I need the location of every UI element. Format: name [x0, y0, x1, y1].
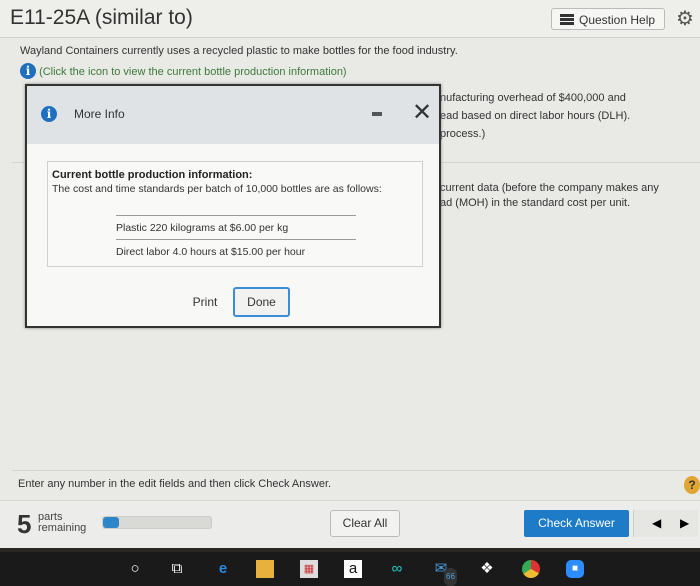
gear-icon[interactable]: ⚙ — [676, 6, 694, 31]
close-icon[interactable]: ✕ — [412, 98, 432, 127]
question-text-line: ad (MOH) in the standard cost per unit. — [440, 197, 631, 209]
edge-icon[interactable]: e — [214, 560, 232, 578]
question-text-line: nufacturing overhead of $400,000 and — [440, 92, 626, 104]
file-explorer-icon[interactable] — [256, 560, 274, 578]
search-icon[interactable]: ○ — [126, 560, 144, 578]
info-link[interactable]: (Click the icon to view the current bott… — [39, 66, 347, 78]
footer: 5 parts remaining Clear All Check Answer … — [0, 500, 700, 548]
infinity-icon[interactable]: ∞ — [388, 560, 406, 578]
taskbar: ○ ⧉ e ▦ a ∞ ✉ 66 ❖ ■ — [0, 552, 700, 586]
mail-icon[interactable]: ✉ 66 — [432, 560, 457, 586]
browser-page: E11-25A (similar to) Question Help ⚙ Way… — [0, 0, 700, 548]
header: E11-25A (similar to) Question Help ⚙ — [0, 0, 700, 38]
info-row: Direct labor 4.0 hours at $15.00 per hou… — [116, 239, 356, 261]
production-info-box: Current bottle production information: T… — [47, 161, 423, 267]
chrome-icon[interactable] — [522, 560, 540, 578]
zoom-icon[interactable]: ■ — [566, 560, 584, 578]
instruction-text: Enter any number in the edit fields and … — [18, 478, 332, 490]
question-nav: ◀ ▶ — [633, 510, 698, 537]
previous-icon[interactable]: ◀ — [652, 516, 661, 530]
parts-label-line: remaining — [38, 522, 87, 534]
info-icon: i — [41, 106, 57, 122]
dialog-header: i More Info ✕ — [27, 86, 439, 144]
amazon-icon[interactable]: a — [344, 560, 362, 578]
task-view-icon[interactable]: ⧉ — [168, 560, 186, 578]
info-text: The cost and time standards per batch of… — [52, 183, 382, 195]
next-icon[interactable]: ▶ — [680, 516, 689, 530]
info-heading: Current bottle production information: — [52, 169, 253, 181]
question-text-line: current data (before the company makes a… — [440, 182, 659, 194]
mail-badge: 66 — [444, 568, 457, 586]
dropbox-icon[interactable]: ❖ — [478, 560, 496, 578]
info-row: Plastic 220 kilograms at $6.00 per kg — [116, 215, 356, 237]
question-text-line: process.) — [440, 128, 486, 140]
question-intro: Wayland Containers currently uses a recy… — [20, 45, 458, 57]
divider — [12, 470, 700, 471]
info-icon[interactable]: i — [20, 63, 36, 79]
clear-all-button[interactable]: Clear All — [330, 510, 400, 537]
help-icon[interactable]: ? — [684, 476, 700, 494]
print-button[interactable]: Print — [185, 289, 225, 315]
dialog-title: More Info — [74, 107, 125, 121]
info-link-row[interactable]: i (Click the icon to view the current bo… — [20, 63, 347, 79]
page-title: E11-25A (similar to) — [10, 6, 193, 29]
question-help-label: Question Help — [579, 13, 656, 27]
done-button[interactable]: Done — [233, 287, 290, 317]
minimize-icon[interactable] — [372, 112, 382, 116]
question-text-line: ead based on direct labor hours (DLH). — [440, 110, 631, 122]
parts-label: parts remaining — [38, 512, 86, 534]
store-icon[interactable]: ▦ — [300, 560, 318, 578]
progress-fill — [103, 517, 120, 528]
progress-bar — [102, 516, 212, 529]
more-info-dialog: i More Info ✕ Current bottle production … — [25, 84, 441, 328]
parts-count: 5 — [17, 509, 32, 539]
check-answer-button[interactable]: Check Answer — [524, 510, 629, 537]
question-help-button[interactable]: Question Help — [551, 8, 665, 30]
list-icon — [560, 14, 574, 25]
